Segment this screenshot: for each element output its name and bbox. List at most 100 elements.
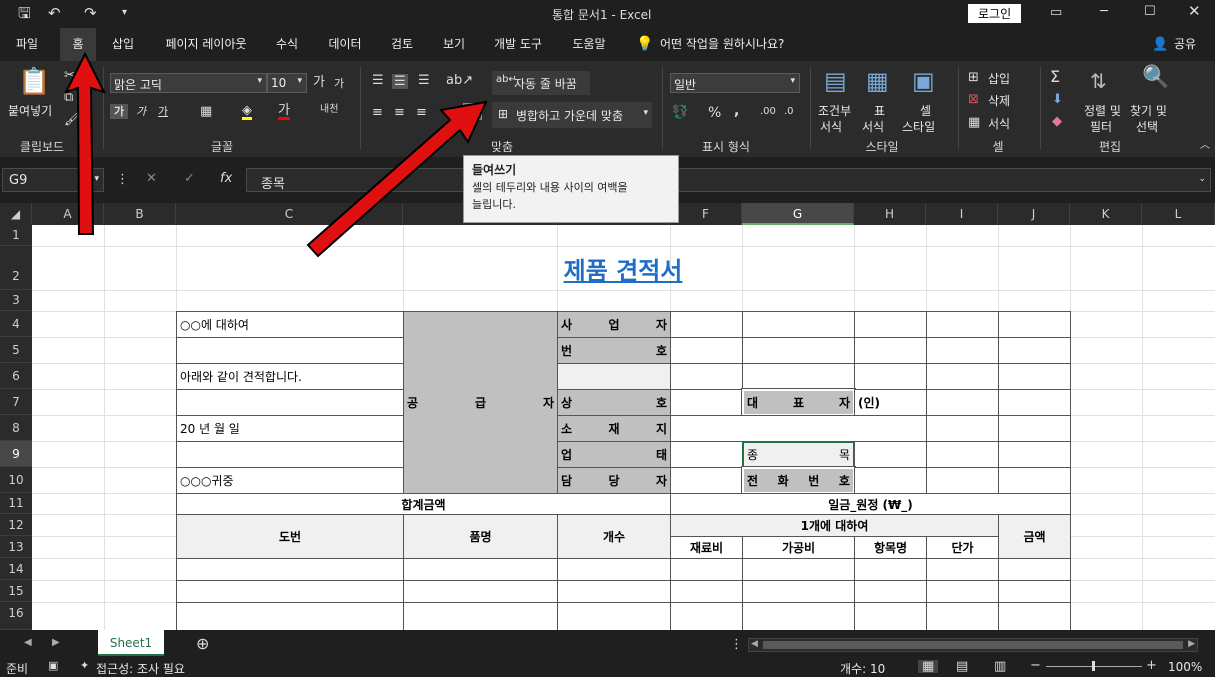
fill-icon[interactable]: ⬇: [1052, 93, 1063, 106]
row-header-10[interactable]: 10: [0, 467, 32, 493]
cell-j8[interactable]: [998, 415, 1071, 442]
cell-c10[interactable]: ○○○귀중: [176, 467, 404, 494]
cell-g10[interactable]: 전화번호: [741, 466, 856, 495]
cell-amount-header[interactable]: 금액: [998, 514, 1071, 559]
col-header-j[interactable]: J: [998, 203, 1070, 225]
autosum-icon[interactable]: Σ: [1050, 69, 1060, 85]
cell-styles-button[interactable]: 셀: [920, 102, 931, 119]
table-row[interactable]: [670, 558, 743, 581]
cell-g4[interactable]: [742, 311, 855, 338]
percent-icon[interactable]: %: [708, 106, 721, 120]
table-row[interactable]: [926, 558, 999, 581]
undo-icon[interactable]: ↶: [48, 6, 61, 21]
cell-i5[interactable]: [926, 337, 999, 364]
insert-cells-button[interactable]: 삽입: [988, 70, 1010, 87]
cell-j5[interactable]: [998, 337, 1071, 364]
cell-e4[interactable]: 사업자: [557, 311, 671, 338]
zoom-in-icon[interactable]: +: [1146, 659, 1157, 672]
font-size-select[interactable]: 10 ▾: [267, 73, 307, 93]
table-row[interactable]: [854, 558, 927, 581]
wrap-text-button[interactable]: 자동 줄 바꿈 ab↵: [492, 71, 590, 95]
cell-c7[interactable]: [176, 389, 404, 416]
cell-j9[interactable]: [998, 441, 1071, 468]
italic-icon[interactable]: 가: [136, 106, 146, 117]
table-row[interactable]: [854, 580, 927, 603]
cell-i6[interactable]: [926, 363, 999, 390]
cell-j7[interactable]: [998, 389, 1071, 416]
page-layout-view-icon[interactable]: ▤: [956, 660, 968, 673]
cell-c5[interactable]: [176, 337, 404, 364]
prev-sheet-icon[interactable]: ◀: [24, 638, 32, 648]
cell-item-header[interactable]: 항목명: [854, 536, 927, 559]
row-header-8[interactable]: 8: [0, 415, 32, 441]
cell-total-label[interactable]: 합계금액: [176, 493, 671, 515]
delete-cells-button[interactable]: 삭제: [988, 92, 1010, 109]
border-icon[interactable]: ▦: [200, 105, 212, 118]
cell-g5[interactable]: [742, 337, 855, 364]
find-select-icon[interactable]: 🔍: [1142, 67, 1169, 89]
cell-i10[interactable]: [926, 467, 999, 494]
menu-data[interactable]: 데이터: [322, 28, 368, 61]
insert-cells-icon[interactable]: ⊞: [968, 71, 979, 84]
col-header-k[interactable]: K: [1070, 203, 1142, 225]
table-row[interactable]: [176, 558, 404, 581]
row-header-15[interactable]: 15: [0, 580, 32, 602]
menu-view[interactable]: 보기: [436, 28, 472, 61]
tab-split-icon[interactable]: ⋮: [730, 638, 743, 651]
align-middle-icon[interactable]: ☰: [392, 74, 408, 89]
cell-f10[interactable]: [670, 467, 743, 494]
col-header-g[interactable]: G: [742, 203, 854, 225]
table-row[interactable]: [926, 602, 999, 630]
row-header-16[interactable]: 16: [0, 602, 32, 630]
cell-h9[interactable]: [854, 441, 927, 468]
menu-formulas[interactable]: 수식: [268, 28, 306, 61]
cell-count-header[interactable]: 개수: [557, 514, 671, 559]
cell-supplier[interactable]: 공급자: [403, 311, 558, 494]
cell-i9[interactable]: [926, 441, 999, 468]
comma-icon[interactable]: ,: [734, 104, 739, 118]
close-icon[interactable]: ✕: [1188, 4, 1201, 19]
ribbon-display-icon[interactable]: ▭: [1050, 6, 1062, 19]
paste-button[interactable]: 붙여넣기: [8, 102, 52, 119]
cell-h4[interactable]: [854, 311, 927, 338]
redo-icon[interactable]: ↷: [84, 6, 97, 21]
cell-i7[interactable]: [926, 389, 999, 416]
table-row[interactable]: [403, 580, 558, 603]
table-row[interactable]: [926, 580, 999, 603]
table-row[interactable]: [176, 602, 404, 630]
row-header-13[interactable]: 13: [0, 536, 32, 558]
format-table-button[interactable]: 표: [874, 102, 885, 119]
table-row[interactable]: [998, 580, 1071, 603]
table-row[interactable]: [557, 580, 671, 603]
format-table-icon[interactable]: ▦: [866, 69, 889, 93]
cell-h6[interactable]: [854, 363, 927, 390]
find-select-button[interactable]: 찾기 및: [1130, 102, 1167, 119]
normal-view-icon[interactable]: ▦: [918, 660, 939, 673]
number-format-select[interactable]: 일반 ▾: [670, 73, 800, 93]
sheet-tab-sheet1[interactable]: Sheet1: [98, 630, 164, 656]
row-header-1[interactable]: 1: [0, 225, 32, 246]
cell-c6[interactable]: 아래와 같이 견적합니다.: [176, 363, 404, 390]
table-row[interactable]: [176, 580, 404, 603]
collapse-ribbon-icon[interactable]: ︿: [1200, 141, 1210, 151]
macro-record-icon[interactable]: ▣: [48, 660, 58, 671]
menu-review[interactable]: 검토: [384, 28, 420, 61]
cell-dobun-header[interactable]: 도번: [176, 514, 404, 559]
table-row[interactable]: [998, 602, 1071, 630]
clear-icon[interactable]: ◆: [1052, 115, 1062, 128]
cell-c8[interactable]: 20 년 월 일: [176, 415, 404, 442]
share-button[interactable]: 공유: [1170, 28, 1200, 61]
conditional-format-button[interactable]: 조건부: [818, 102, 851, 119]
table-row[interactable]: [742, 602, 855, 630]
add-sheet-icon[interactable]: ⊕: [196, 636, 209, 652]
status-accessibility[interactable]: 접근성: 조사 필요: [96, 660, 185, 677]
table-row[interactable]: [670, 580, 743, 603]
cell-i4[interactable]: [926, 311, 999, 338]
col-header-i[interactable]: I: [926, 203, 998, 225]
cell-j4[interactable]: [998, 311, 1071, 338]
currency-icon[interactable]: 💱: [672, 106, 688, 119]
cell-e5[interactable]: 번호: [557, 337, 671, 364]
cell-g9-selected[interactable]: 종목: [742, 441, 855, 468]
row-header-4[interactable]: 4: [0, 311, 32, 337]
table-row[interactable]: [557, 558, 671, 581]
